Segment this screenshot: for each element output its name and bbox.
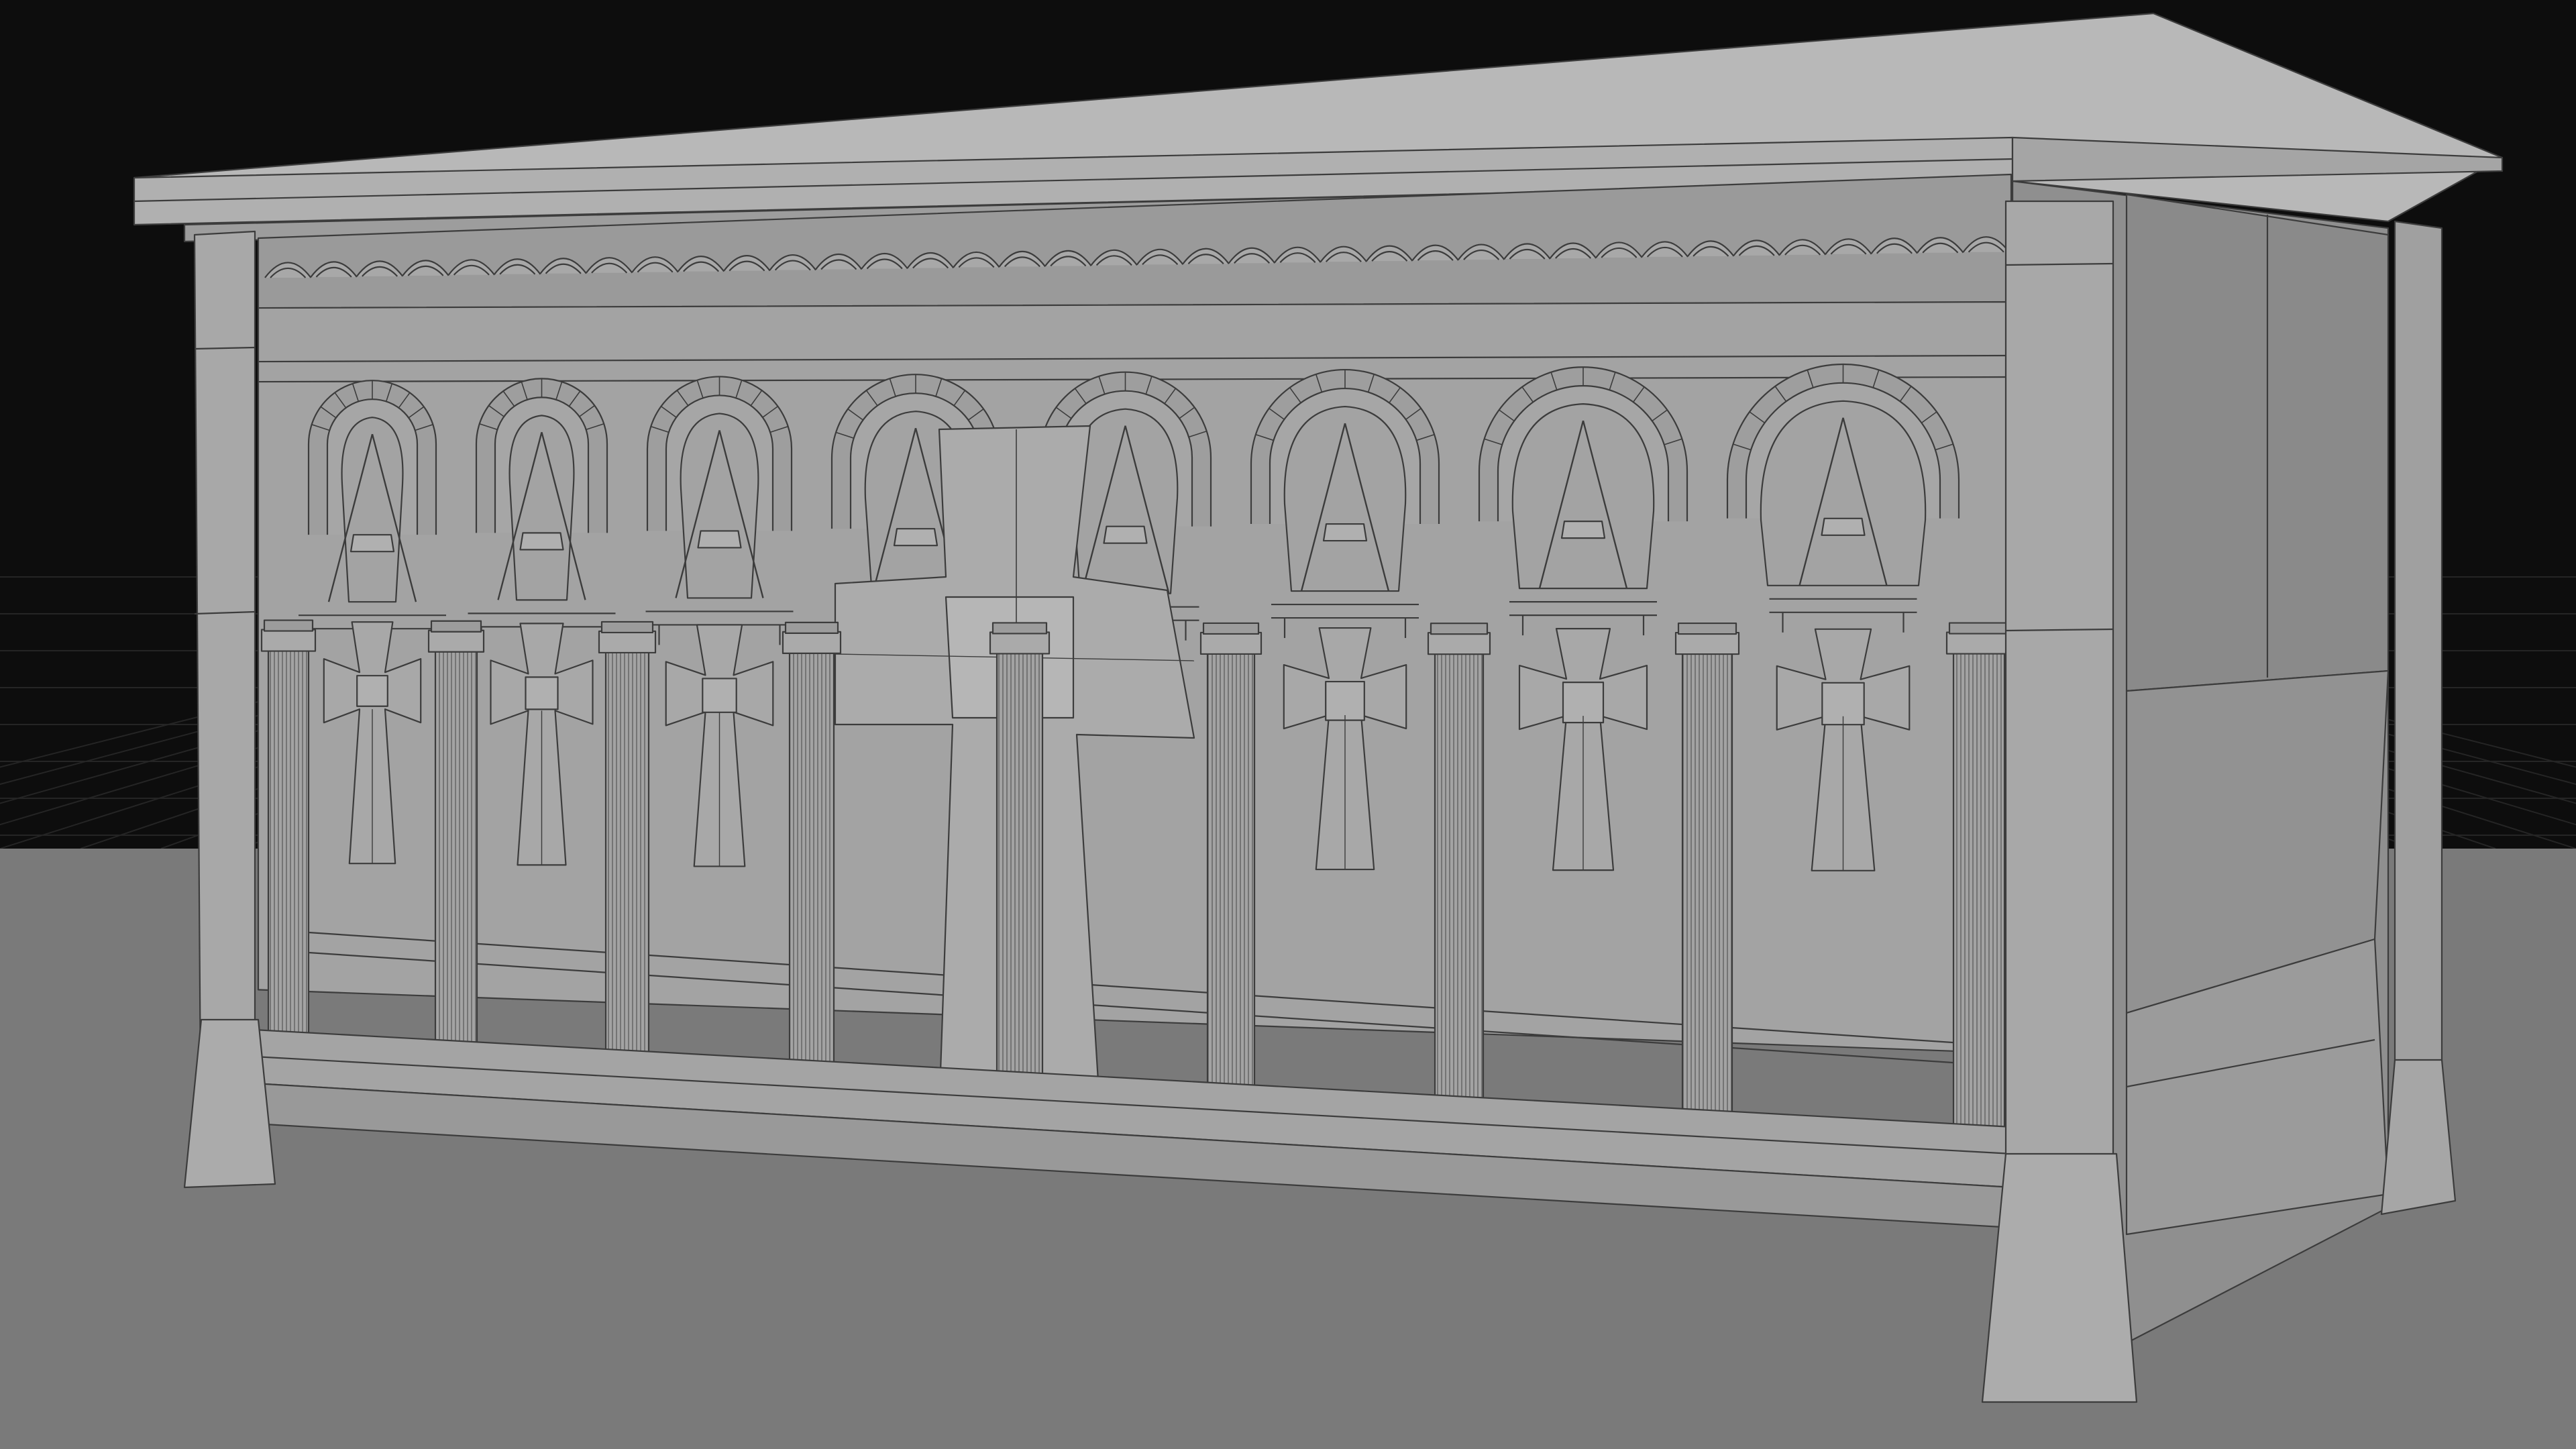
column-capital <box>1945 631 2012 655</box>
column-capital <box>427 629 485 653</box>
column-abacus <box>1202 622 1260 635</box>
column-capital <box>782 631 842 654</box>
tracery-knot <box>1322 523 1368 542</box>
column-shaft <box>434 649 478 1051</box>
arch-cusp <box>1283 405 1407 592</box>
column-capital <box>1674 631 1740 655</box>
column-shaft <box>1681 651 1733 1129</box>
column-shaft <box>1206 651 1256 1099</box>
column-abacus <box>600 621 654 634</box>
column-abacus <box>1677 622 1737 635</box>
side-corner-plinth <box>2380 1059 2457 1216</box>
column-abacus <box>263 619 314 632</box>
tracery-knot <box>1821 517 1866 536</box>
tracery-knot <box>519 532 564 551</box>
right-pilaster <box>2004 200 2114 1249</box>
right-pilaster-plinth <box>1981 1152 2138 1403</box>
column-shaft <box>1952 651 2006 1146</box>
left-pilaster-plinth <box>183 1018 276 1189</box>
tracery-knot <box>893 528 938 547</box>
column-capital <box>598 630 657 654</box>
column-abacus <box>1430 623 1489 635</box>
arch-cusp <box>1760 400 1927 586</box>
viewport-canvas[interactable] <box>0 0 2576 1449</box>
tracery-knot <box>350 534 395 553</box>
cross-boss <box>1325 680 1365 721</box>
column-shaft <box>604 650 650 1061</box>
column-abacus <box>1948 622 2010 635</box>
arch-cusp <box>1511 403 1655 590</box>
column-abacus <box>991 622 1048 635</box>
column-capital <box>1427 632 1491 655</box>
column-capital <box>989 631 1051 655</box>
arch-cusp <box>341 417 404 603</box>
column-abacus <box>784 621 839 634</box>
column-abacus <box>430 620 482 633</box>
3d-viewport[interactable] <box>0 0 2576 1449</box>
column-capital <box>260 629 317 652</box>
tracery-knot <box>697 530 742 549</box>
side-panel-upper <box>2125 193 2390 692</box>
arch-cusp <box>680 413 759 599</box>
column-shaft <box>267 649 310 1040</box>
arch-cusp <box>508 415 575 601</box>
tracery-knot <box>1560 521 1606 539</box>
tracery-knot <box>1103 525 1148 544</box>
cross-boss <box>702 678 737 713</box>
column-shaft <box>1434 652 1485 1114</box>
cross-boss <box>356 675 388 707</box>
column-shaft <box>788 651 835 1073</box>
cross-boss <box>525 676 559 710</box>
column-capital <box>1199 631 1263 655</box>
column-shaft <box>996 651 1044 1085</box>
side-corner-pilaster <box>2394 220 2443 1155</box>
